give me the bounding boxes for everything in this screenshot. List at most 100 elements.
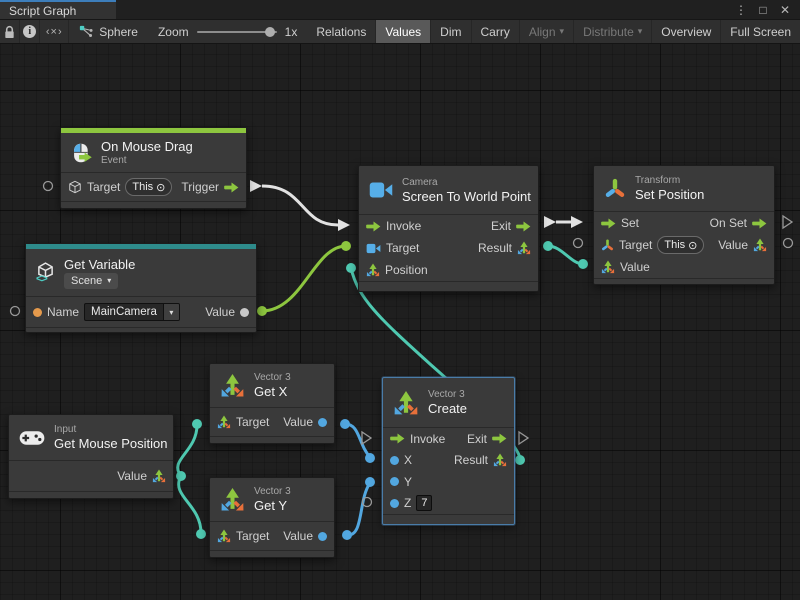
port-target-label: Target xyxy=(87,180,120,194)
scene-variable-icon: <> xyxy=(36,262,55,283)
node-category: Transform xyxy=(635,175,704,186)
wire-variable-to-target[interactable] xyxy=(262,246,346,311)
zoom-control: Zoom 1x xyxy=(148,20,307,43)
port-result-label: Result xyxy=(478,241,512,255)
port-marker-create-exit[interactable] xyxy=(519,432,528,444)
float-port-dot[interactable] xyxy=(318,418,327,427)
this-target-picker[interactable]: This ⊙ xyxy=(125,178,172,196)
float-port-dot[interactable] xyxy=(390,456,399,465)
port-onset-label: On Set xyxy=(710,216,747,230)
distribute-button[interactable]: Distribute▾ xyxy=(573,20,651,43)
wire-arrowhead xyxy=(571,216,583,228)
port-value-label: Value xyxy=(117,469,147,483)
graph-canvas[interactable]: On Mouse Drag Event Target This ⊙ Trigge… xyxy=(0,44,800,600)
graph-name-label: Sphere xyxy=(99,25,138,39)
zoom-slider-knob[interactable] xyxy=(265,27,275,37)
relations-button[interactable]: Relations xyxy=(307,20,375,43)
full-screen-label: Full Screen xyxy=(730,25,791,39)
variable-name-field[interactable]: MainCamera ▾ xyxy=(84,303,180,321)
node-set-position[interactable]: Transform Set Position Set On Set Target… xyxy=(593,165,775,285)
port-exit-label: Exit xyxy=(491,219,511,233)
node-on-mouse-drag[interactable]: On Mouse Drag Event Target This ⊙ Trigge… xyxy=(60,127,247,209)
wire-gety-to-y[interactable] xyxy=(347,483,370,535)
flow-out-icon[interactable] xyxy=(516,221,531,232)
this-label: This xyxy=(132,181,153,193)
values-button[interactable]: Values xyxy=(375,20,430,43)
flow-output-marker[interactable] xyxy=(250,180,262,192)
overview-button[interactable]: Overview xyxy=(651,20,720,43)
node-footer xyxy=(9,491,173,498)
string-port-dot[interactable] xyxy=(33,308,42,317)
port-exit-label: Exit xyxy=(467,432,487,446)
graph-breadcrumb[interactable]: Sphere xyxy=(68,20,148,43)
node-footer xyxy=(594,278,774,284)
port-result-label: Result xyxy=(454,453,488,467)
port-marker-setposition-target[interactable] xyxy=(574,239,583,248)
wire-result-to-value[interactable] xyxy=(548,246,583,264)
port-marker-onset-out[interactable] xyxy=(783,216,792,228)
transform-port-icon[interactable] xyxy=(601,239,614,252)
flow-in-icon[interactable] xyxy=(601,218,616,229)
float-port-dot[interactable] xyxy=(318,532,327,541)
vector3-port-icon[interactable] xyxy=(517,241,531,255)
flow-in-icon[interactable] xyxy=(390,433,405,444)
node-footer xyxy=(383,514,514,524)
z-value-input[interactable]: 7 xyxy=(416,495,432,511)
wire-endpoint xyxy=(257,306,267,316)
maximize-icon[interactable]: □ xyxy=(754,2,772,18)
vector3-port-icon[interactable] xyxy=(601,260,615,274)
vector3-port-icon[interactable] xyxy=(217,415,231,429)
align-button[interactable]: Align▾ xyxy=(519,20,573,43)
float-port-dot[interactable] xyxy=(390,477,399,486)
port-marker-create-invoke[interactable] xyxy=(362,432,371,444)
vector3-port-icon[interactable] xyxy=(366,263,380,277)
port-marker-setposition-value-out[interactable] xyxy=(784,239,793,248)
variable-kind-label: Scene xyxy=(71,275,102,287)
node-get-x[interactable]: Vector 3 Get X Target Value xyxy=(209,363,335,444)
code-view-button[interactable]: ‹×› xyxy=(39,20,68,43)
variable-kind-dropdown[interactable]: Scene ▾ xyxy=(64,273,118,289)
port-marker-event-target[interactable] xyxy=(44,182,53,191)
variable-name-dropdown-button[interactable]: ▾ xyxy=(163,304,179,320)
wire-endpoint xyxy=(196,529,206,539)
flow-out-icon[interactable] xyxy=(752,218,767,229)
camera-icon xyxy=(369,181,393,199)
vector3-port-icon[interactable] xyxy=(217,529,231,543)
port-marker-variable[interactable] xyxy=(11,307,20,316)
tab-script-graph[interactable]: Script Graph xyxy=(0,0,116,19)
node-category: Camera xyxy=(402,177,528,188)
info-button[interactable]: i xyxy=(19,20,39,43)
flow-out-icon[interactable] xyxy=(492,433,507,444)
carry-button[interactable]: Carry xyxy=(471,20,519,43)
carry-label: Carry xyxy=(481,25,510,39)
flow-output-marker[interactable] xyxy=(544,216,556,228)
node-category: Vector 3 xyxy=(428,389,467,400)
node-get-variable[interactable]: <> Get Variable Scene ▾ Name MainCamera … xyxy=(25,243,257,333)
vector3-port-icon[interactable] xyxy=(493,453,507,467)
node-category: Input xyxy=(54,424,163,435)
zoom-slider[interactable] xyxy=(197,31,277,33)
wire-mouse-to-getx[interactable] xyxy=(178,425,197,476)
dim-button[interactable]: Dim xyxy=(430,20,470,43)
node-title: Get X xyxy=(254,384,291,399)
more-menu-icon[interactable]: ⋮ xyxy=(732,2,750,18)
vector3-port-icon[interactable] xyxy=(152,469,166,483)
camera-port-icon[interactable] xyxy=(366,243,381,254)
node-get-y[interactable]: Vector 3 Get Y Target Value xyxy=(209,477,335,558)
node-create-vector3[interactable]: Vector 3 Create Invoke Exit X Result xyxy=(382,377,515,525)
full-screen-button[interactable]: Full Screen xyxy=(720,20,800,43)
wire-trigger-to-invoke[interactable] xyxy=(262,186,338,225)
this-target-picker[interactable]: This ⊙ xyxy=(657,236,704,254)
node-get-mouse-position[interactable]: Input Get Mouse Position Value xyxy=(8,414,174,499)
value-port-dot[interactable] xyxy=(240,308,249,317)
node-footer xyxy=(61,201,246,208)
node-screen-to-world-point[interactable]: Camera Screen To World Point Invoke Exit… xyxy=(358,165,539,292)
vector3-port-icon[interactable] xyxy=(753,238,767,252)
close-icon[interactable]: ✕ xyxy=(776,2,794,18)
flow-out-icon[interactable] xyxy=(224,182,239,193)
port-value-label: Value xyxy=(283,529,313,543)
lock-button[interactable] xyxy=(0,20,19,43)
flow-in-icon[interactable] xyxy=(366,221,381,232)
float-port-dot[interactable] xyxy=(390,499,399,508)
wire-mouse-to-gety[interactable] xyxy=(179,476,201,533)
